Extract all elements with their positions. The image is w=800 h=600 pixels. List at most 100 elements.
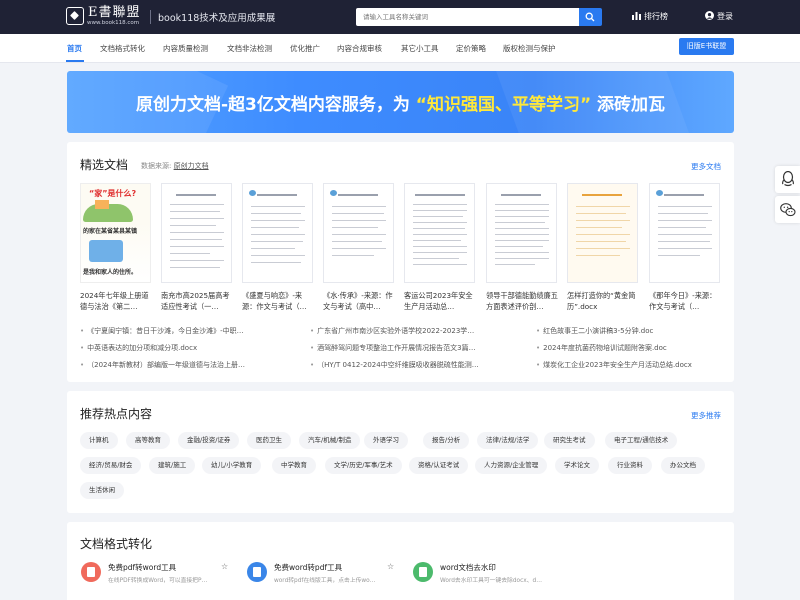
source-link[interactable]: 原创力文档 bbox=[174, 162, 209, 170]
nav-pricing[interactable]: 定价策略 bbox=[456, 43, 486, 54]
cover-illustration bbox=[89, 240, 123, 262]
hot-tag[interactable]: 报告/分析 bbox=[423, 432, 470, 449]
nav-illegal-check[interactable]: 文档非法检测 bbox=[227, 43, 272, 54]
nav-tools[interactable]: 其它小工具 bbox=[401, 43, 439, 54]
logo-url: www.book118.com bbox=[87, 20, 140, 26]
tool-name: 免费word转pdf工具 bbox=[274, 563, 343, 572]
doc-card[interactable]: 《盛夏与响恋》-来源：作文与考试（… bbox=[242, 183, 313, 312]
doc-link[interactable]: 广东省广州市南沙区实验外语学校2022-2023学… bbox=[310, 326, 474, 336]
hot-tag[interactable]: 经济/贸易/财会 bbox=[80, 457, 142, 474]
rank-link[interactable]: 排行榜 bbox=[632, 11, 668, 22]
nav-quality-check[interactable]: 内容质量检测 bbox=[163, 43, 208, 54]
nav-compliance[interactable]: 内容合规审核 bbox=[337, 43, 382, 54]
hot-tag[interactable]: 行业资料 bbox=[608, 457, 652, 474]
banner-text: 原创力文档-超3亿文档内容服务，为 “知识强国、平等学习” 添砖加瓦 bbox=[67, 90, 734, 115]
hot-tag[interactable]: 建筑/施工 bbox=[149, 457, 196, 474]
hot-tag[interactable]: 学术论文 bbox=[555, 457, 599, 474]
cover-title: “家”是什么? bbox=[89, 189, 137, 198]
doc-card[interactable]: 《那年今日》-来源：作文与考试（… bbox=[649, 183, 720, 312]
source-info: 数据来源: 原创力文档 bbox=[141, 161, 209, 171]
doc-link[interactable]: 2024年度抗菌药物培训试题附答案.doc bbox=[536, 343, 667, 353]
doc-link[interactable]: （2024年新教材）部编版一年级道德与法治上册… bbox=[80, 360, 245, 370]
rank-label: 排行榜 bbox=[644, 12, 668, 21]
hero-banner[interactable]: 原创力文档-超3亿文档内容服务，为 “知识强国、平等学习” 添砖加瓦 bbox=[67, 71, 734, 133]
hot-tag[interactable]: 研究生考试 bbox=[544, 432, 595, 449]
hot-tag[interactable]: 幼儿/小学教育 bbox=[202, 457, 262, 474]
tool-desc: Word去水印工具可一键去除docx、d… bbox=[440, 578, 542, 584]
doc-thumbnail bbox=[161, 183, 232, 283]
hot-tag[interactable]: 金融/投资/证券 bbox=[178, 432, 240, 449]
doc-thumbnail: “家”是什么? 的家在某省某县某镇 是我和家人的住所。 bbox=[80, 183, 151, 283]
doc-card[interactable]: 南充市高2025届高考适应性考试（一… bbox=[161, 183, 232, 312]
doc-title: 领导干部德能勤绩廉五方面表述评价剖… bbox=[486, 291, 558, 311]
tool-desc: word转pdf在线版工具，点击上传wo… bbox=[274, 578, 376, 584]
doc-card[interactable]: 客运公司2023年安全生产月活动总… bbox=[404, 183, 475, 312]
doc-title: 《那年今日》-来源：作文与考试（… bbox=[649, 291, 717, 311]
star-icon[interactable]: ☆ bbox=[387, 562, 394, 571]
logo-name: E書聯盟 bbox=[88, 5, 141, 20]
tool-name: word文档去水印 bbox=[440, 563, 496, 572]
featured-title: 精选文档 bbox=[80, 158, 129, 172]
qq-service-button[interactable] bbox=[775, 166, 800, 193]
doc-link[interactable]: （HY/T 0412-2024中空纤维膜吸收器脱硫性能测… bbox=[310, 360, 479, 370]
hot-content-card: 推荐热点内容 更多推荐 计算机 高等教育 金融/投资/证券 医药卫生 汽车/机械… bbox=[67, 391, 734, 513]
hot-tag[interactable]: 高等教育 bbox=[126, 432, 170, 449]
doc-thumbnail bbox=[567, 183, 638, 283]
more-recommend-link[interactable]: 更多推荐 bbox=[691, 410, 721, 421]
tool-desc: 在线PDF转换成Word，可以直接把P… bbox=[108, 578, 208, 584]
doc-thumbnail bbox=[486, 183, 557, 283]
tool-word-to-pdf[interactable]: 免费word转pdf工具 word转pdf在线版工具，点击上传wo… ☆ bbox=[247, 560, 412, 588]
doc-thumbnail bbox=[242, 183, 313, 283]
site-title: book118技术及应用成果展 bbox=[158, 13, 276, 24]
hot-tag[interactable]: 办公文档 bbox=[661, 457, 705, 474]
site-logo[interactable]: E書聯盟 www.book118.com bbox=[66, 6, 142, 28]
nav-home[interactable]: 首页 bbox=[67, 43, 82, 54]
source-label: 数据来源: bbox=[141, 162, 172, 170]
doc-link[interactable]: 酒驾醉驾问题专项整治工作开展情况报告范文3篇… bbox=[310, 343, 475, 353]
doc-title: 怎样打造你的“黄金简历”.docx bbox=[567, 291, 636, 311]
hot-title: 推荐热点内容 bbox=[80, 407, 153, 421]
doc-link[interactable]: 《宁夏闽宁镇：昔日干沙滩，今日金沙滩》-中职… bbox=[80, 326, 244, 336]
hot-tag[interactable]: 文学/历史/军事/艺术 bbox=[325, 457, 402, 474]
search-button[interactable] bbox=[579, 8, 602, 26]
tool-remove-watermark[interactable]: word文档去水印 Word去水印工具可一键去除docx、d… bbox=[413, 560, 578, 588]
pdf-icon bbox=[81, 562, 101, 582]
tool-pdf-to-word[interactable]: 免费pdf转word工具 在线PDF转换成Word，可以直接把P… ☆ bbox=[81, 560, 246, 588]
doc-card[interactable]: 怎样打造你的“黄金简历”.docx bbox=[567, 183, 638, 312]
more-docs-link[interactable]: 更多文档 bbox=[691, 161, 721, 172]
nav-promotion[interactable]: 优化推广 bbox=[290, 43, 320, 54]
old-alliance-button[interactable]: 旧版E书联盟 bbox=[679, 38, 734, 55]
nav-format-convert[interactable]: 文档格式转化 bbox=[100, 43, 145, 54]
hot-tag[interactable]: 医药卫生 bbox=[247, 432, 291, 449]
doc-thumbnail bbox=[323, 183, 394, 283]
wechat-service-button[interactable] bbox=[775, 196, 800, 223]
search-bar bbox=[356, 8, 602, 26]
banner-highlight: “知识强国、平等学习” bbox=[415, 95, 592, 115]
hot-tag[interactable]: 生活休闲 bbox=[80, 482, 124, 499]
hot-tag[interactable]: 人力资源/企业管理 bbox=[475, 457, 548, 474]
header-divider bbox=[150, 10, 151, 24]
doc-title: 《水·传承》-来源：作文与考试（高中… bbox=[323, 291, 393, 311]
doc-link[interactable]: 煤炭化工企业2023年安全生产月活动总结.docx bbox=[536, 360, 692, 370]
tool-name: 免费pdf转word工具 bbox=[108, 563, 177, 572]
doc-card[interactable]: 领导干部德能勤绩廉五方面表述评价剖… bbox=[486, 183, 558, 312]
hot-tag[interactable]: 计算机 bbox=[80, 432, 118, 449]
login-link[interactable]: 登录 bbox=[705, 11, 733, 22]
featured-docs-card: 精选文档 数据来源: 原创力文档 更多文档 “家”是什么? 的家在某省某县某镇 … bbox=[67, 142, 734, 382]
hot-tag[interactable]: 法律/法规/法学 bbox=[477, 432, 539, 449]
hot-tag[interactable]: 汽车/机械/制造 bbox=[299, 432, 361, 449]
doc-card[interactable]: 《水·传承》-来源：作文与考试（高中… bbox=[323, 183, 394, 312]
hot-tag[interactable]: 电子工程/通信技术 bbox=[605, 432, 678, 449]
qq-icon bbox=[782, 171, 794, 187]
banner-text-after: 添砖加瓦 bbox=[597, 95, 666, 115]
doc-thumbnail bbox=[404, 183, 475, 283]
doc-link[interactable]: 中英语表达的加分项和减分项.docx bbox=[80, 343, 197, 353]
hot-tag[interactable]: 资格/认证考试 bbox=[409, 457, 469, 474]
star-icon[interactable]: ☆ bbox=[221, 562, 228, 571]
doc-card[interactable]: “家”是什么? 的家在某省某县某镇 是我和家人的住所。 2024年七年级上册道德… bbox=[80, 183, 151, 312]
doc-link[interactable]: 红色故事王二小演讲稿3-5分钟.doc bbox=[536, 326, 653, 336]
nav-copyright[interactable]: 版权检测与保护 bbox=[503, 43, 556, 54]
hot-tag[interactable]: 中学教育 bbox=[272, 457, 316, 474]
search-input[interactable] bbox=[356, 8, 579, 26]
hot-tag[interactable]: 外语学习 bbox=[364, 432, 408, 449]
